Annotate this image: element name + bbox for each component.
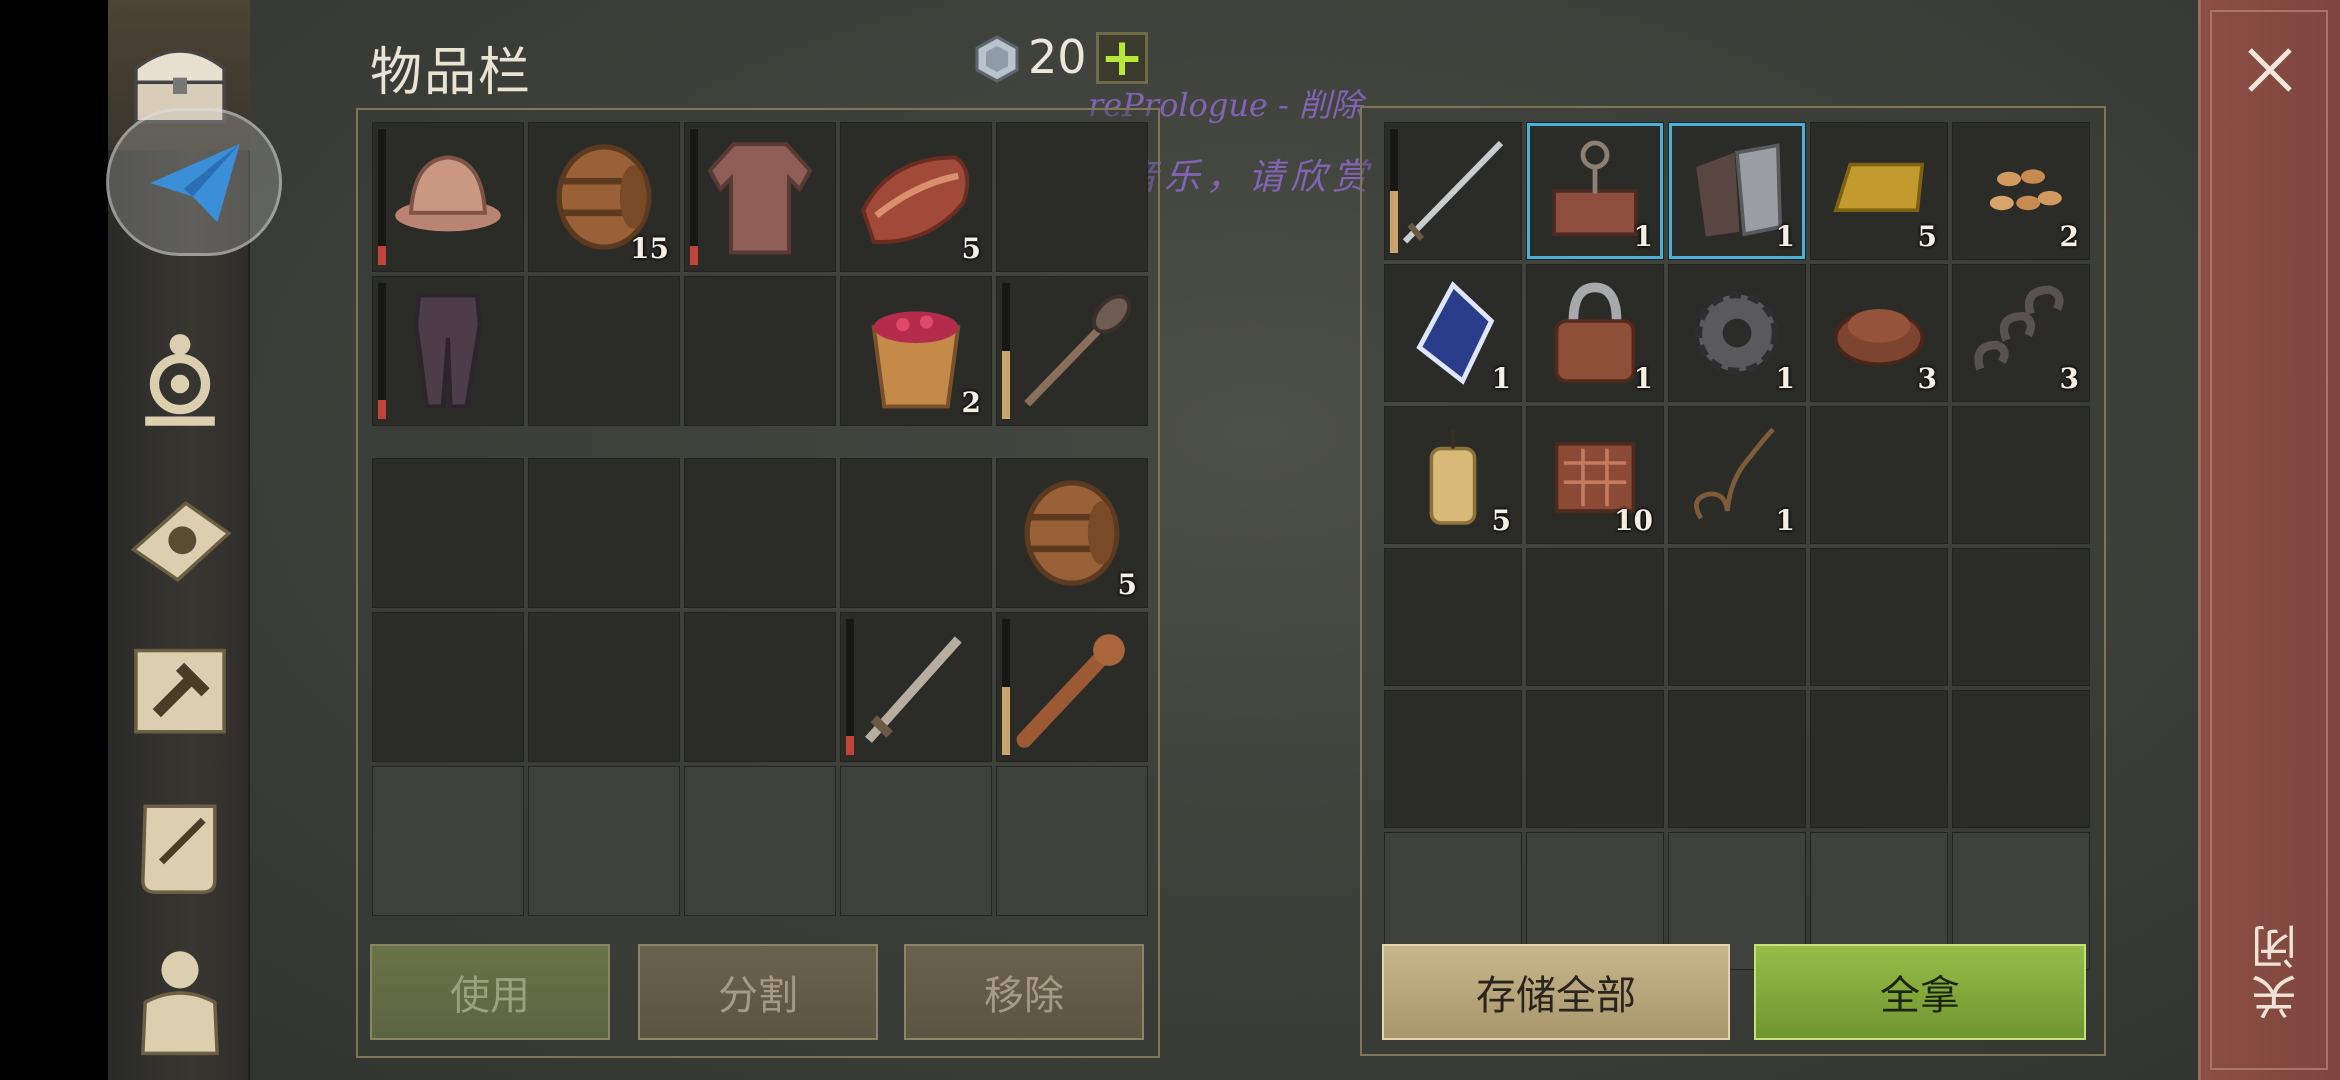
close-strip-border (2210, 10, 2328, 1070)
storage-slot[interactable]: 1 (1384, 264, 1522, 402)
floating-assist-button[interactable] (106, 108, 282, 256)
sword-icon (865, 636, 962, 743)
item-quantity: 1 (1633, 362, 1653, 395)
item-quantity: 5 (1117, 568, 1137, 601)
storage-slot[interactable]: 3 (1952, 264, 2090, 402)
backpack-slot[interactable]: 5 (996, 458, 1148, 608)
storage-slot[interactable] (1384, 122, 1522, 260)
backpack-slot[interactable] (528, 458, 680, 608)
close-icon[interactable] (2240, 40, 2300, 100)
add-currency-button[interactable]: + (1096, 32, 1148, 84)
equipped-slot[interactable] (528, 276, 680, 426)
equipped-slot[interactable] (684, 122, 836, 272)
storage-slot[interactable]: 2 (1952, 122, 2090, 260)
split-button[interactable]: 分割 (638, 944, 878, 1040)
chainmail-icon (707, 142, 813, 255)
page-title: 物品栏 (370, 43, 533, 103)
character-icon[interactable] (118, 938, 242, 1062)
item-quantity: 1 (1775, 220, 1795, 253)
backpack-slot[interactable] (684, 612, 836, 762)
equipped-slot[interactable] (684, 276, 836, 426)
backpack-slot[interactable] (684, 458, 836, 608)
long-sword-icon (1402, 140, 1504, 244)
store-all-button[interactable]: 存储全部 (1382, 944, 1730, 1040)
equipped-slot[interactable] (372, 122, 524, 272)
item-quantity: 1 (1775, 504, 1795, 537)
item-quantity: 5 (1917, 220, 1937, 253)
stone-coin-icon (975, 35, 1019, 83)
item-quantity: 5 (1491, 504, 1511, 537)
equipped-slot[interactable]: 15 (528, 122, 680, 272)
skills-icon[interactable] (118, 322, 242, 446)
item-quantity: 3 (2059, 362, 2079, 395)
journal-sun-icon[interactable] (118, 476, 242, 600)
item-quantity: 1 (1775, 362, 1795, 395)
backpack-slot[interactable] (840, 766, 992, 916)
backpack-slot[interactable] (996, 612, 1148, 762)
storage-slot[interactable]: 1 (1668, 264, 1806, 402)
backpack-slot[interactable] (528, 766, 680, 916)
equipped-slot[interactable] (996, 122, 1148, 272)
backpack-grid: 5 (372, 458, 1148, 916)
storage-slot[interactable] (1384, 690, 1522, 828)
pants-icon (414, 293, 482, 409)
close-label[interactable]: 关闭 (2244, 920, 2304, 1020)
storage-slot[interactable]: 5 (1384, 406, 1522, 544)
crafting-hammer-icon[interactable] (118, 628, 242, 752)
storage-slot[interactable] (1810, 690, 1948, 828)
storage-slot[interactable] (1952, 548, 2090, 686)
storage-slot[interactable]: 5 (1810, 122, 1948, 260)
club-icon (1016, 634, 1125, 748)
storage-slot[interactable] (1668, 548, 1806, 686)
item-quantity: 15 (630, 232, 669, 265)
storage-slot[interactable]: 1 (1668, 406, 1806, 544)
storage-slot[interactable]: 1 (1526, 264, 1664, 402)
screen-edge (0, 0, 108, 1080)
backpack-slot[interactable] (372, 458, 524, 608)
item-quantity: 5 (961, 232, 981, 265)
item-quantity: 2 (961, 386, 981, 419)
item-quantity: 2 (2059, 220, 2079, 253)
equipped-grid: 15 5 2 (372, 122, 1148, 426)
currency-value: 20 (1028, 30, 1087, 84)
storage-slot[interactable] (1526, 548, 1664, 686)
item-quantity: 1 (1633, 220, 1653, 253)
backpack-slot[interactable] (996, 766, 1148, 916)
storage-slot[interactable] (1384, 548, 1522, 686)
equipped-slot[interactable] (372, 276, 524, 426)
backpack-slot[interactable] (372, 766, 524, 916)
backpack-slot[interactable] (528, 612, 680, 762)
backpack-slot[interactable] (372, 612, 524, 762)
helmet-icon (395, 155, 501, 232)
remove-button[interactable]: 移除 (904, 944, 1144, 1040)
storage-slot[interactable] (1668, 690, 1806, 828)
paper-plane-icon (150, 143, 240, 223)
storage-slot[interactable]: 1 (1526, 122, 1664, 260)
equipped-slot[interactable] (996, 276, 1148, 426)
storage-slot[interactable]: 1 (1668, 122, 1806, 260)
storage-slot[interactable]: 10 (1526, 406, 1664, 544)
item-quantity: 10 (1614, 504, 1653, 537)
mace-icon (1024, 294, 1132, 407)
quest-scroll-icon[interactable] (118, 786, 242, 910)
use-button[interactable]: 使用 (370, 944, 610, 1040)
item-quantity: 1 (1491, 362, 1511, 395)
storage-slot[interactable] (1810, 548, 1948, 686)
storage-grid: 1 1 5 2 1 1 1 3 3 5 10 1 (1384, 122, 2090, 970)
backpack-slot[interactable] (840, 612, 992, 762)
equipped-slot[interactable]: 5 (840, 122, 992, 272)
backpack-slot[interactable] (684, 766, 836, 916)
storage-slot[interactable] (1526, 690, 1664, 828)
storage-slot[interactable] (1810, 406, 1948, 544)
take-all-button[interactable]: 全拿 (1754, 944, 2086, 1040)
storage-slot[interactable] (1952, 406, 2090, 544)
storage-slot[interactable] (1952, 690, 2090, 828)
backpack-slot[interactable] (840, 458, 992, 608)
item-quantity: 3 (1917, 362, 1937, 395)
equipped-slot[interactable]: 2 (840, 276, 992, 426)
storage-slot[interactable]: 3 (1810, 264, 1948, 402)
